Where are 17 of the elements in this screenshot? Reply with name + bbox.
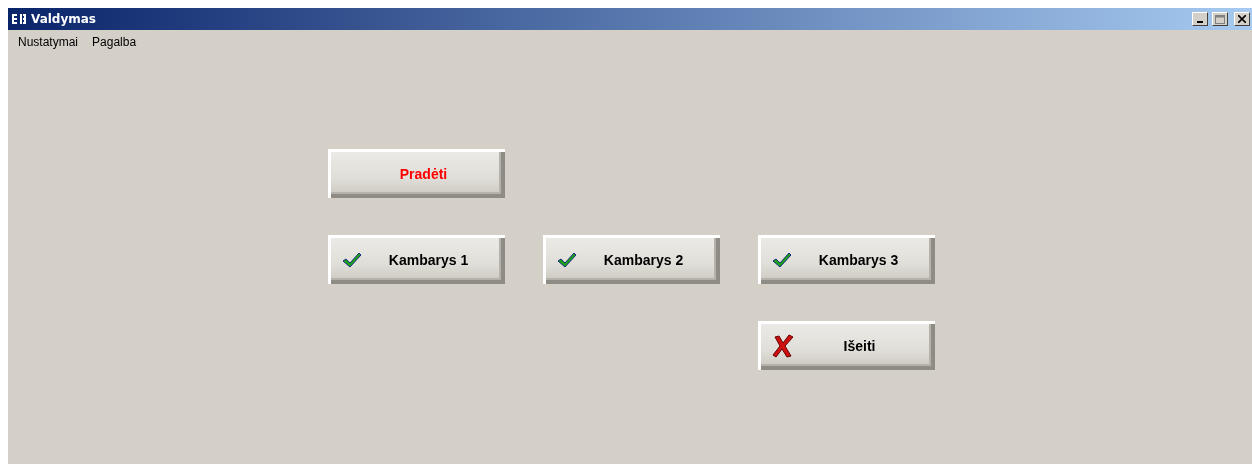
- checkmark-icon: [342, 250, 362, 269]
- menu-item[interactable]: Pagalba: [92, 35, 137, 53]
- cross-icon: [772, 333, 794, 358]
- close-icon: [1238, 15, 1246, 23]
- exit-button[interactable]: Išeiti: [758, 321, 935, 370]
- maximize-icon: [1215, 14, 1225, 24]
- minimize-button[interactable]: [1192, 12, 1208, 26]
- room-button[interactable]: Kambarys 2: [543, 235, 720, 284]
- close-button[interactable]: [1234, 12, 1250, 26]
- menu-item[interactable]: Nustatymai: [18, 35, 79, 53]
- room-button[interactable]: Kambarys 3: [758, 235, 935, 284]
- room-button[interactable]: Kambarys 1: [328, 235, 505, 284]
- checkmark-icon: [557, 250, 577, 269]
- checkmark-icon: [772, 250, 792, 269]
- app-icon: [11, 13, 27, 25]
- maximize-button[interactable]: [1212, 12, 1228, 26]
- window-title: Valdymas: [31, 12, 97, 26]
